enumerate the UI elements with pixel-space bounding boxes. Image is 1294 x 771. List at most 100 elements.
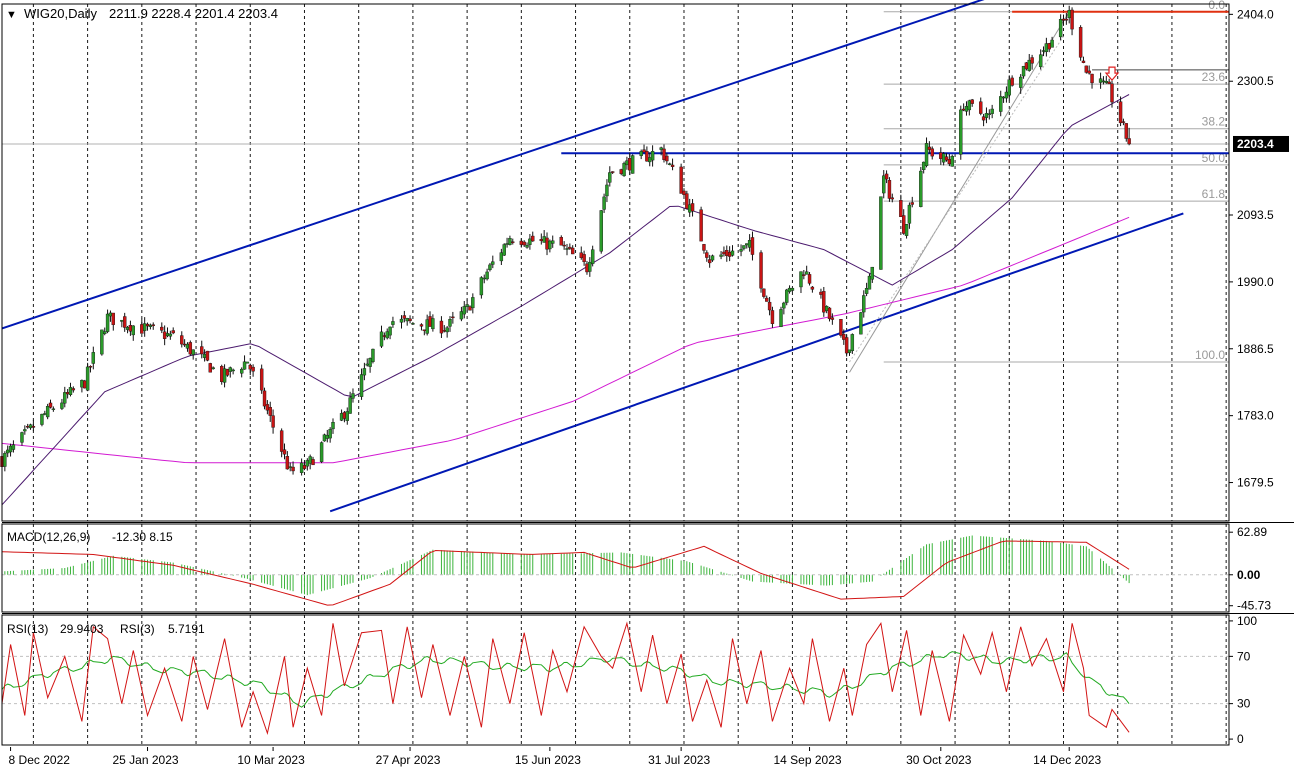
candle-body [961, 108, 966, 111]
candle-body [1061, 18, 1066, 21]
candle-body [590, 249, 595, 264]
candle-body [391, 321, 395, 325]
candle-body [225, 369, 230, 376]
candle-body [491, 261, 495, 265]
candle-body [665, 155, 669, 162]
candle-body [279, 430, 284, 452]
candle-body [862, 295, 866, 313]
sell-signal-arrow-icon [1104, 66, 1120, 82]
candle-body [359, 374, 364, 397]
candle-body [408, 318, 412, 322]
candle-body [40, 413, 44, 425]
candle-body [488, 264, 492, 271]
candle-body [570, 247, 575, 255]
candle-body [120, 319, 124, 322]
candle-body [662, 148, 666, 160]
candle-body [248, 364, 252, 370]
candle-body [981, 116, 986, 121]
time-axis-tick-label: 25 Jan 2023 [112, 753, 178, 767]
candle-body [827, 307, 832, 320]
candle-body [579, 252, 583, 258]
candle-body [385, 331, 389, 339]
candle-body [668, 163, 672, 165]
candle-body [65, 392, 70, 395]
candle-body [819, 291, 823, 295]
channel-upper-line [1, 0, 985, 330]
macd-panel [1, 535, 1229, 606]
candle-body [659, 147, 663, 150]
candle-body [191, 349, 195, 355]
rsi-axis-tick-label: 0 [1237, 732, 1244, 746]
candle-body [103, 331, 107, 334]
candle-body [365, 363, 369, 366]
candle-body [707, 259, 712, 264]
candle-body [1110, 83, 1114, 103]
candle-body [990, 108, 994, 114]
candle-body [779, 309, 783, 327]
time-axis-tick-label: 14 Dec 2023 [1033, 753, 1101, 767]
candle-body [302, 465, 307, 469]
candle-body [345, 411, 349, 421]
candle-body [1044, 43, 1049, 52]
candle-body [6, 449, 10, 454]
candle-body [1024, 62, 1029, 70]
candle-body [927, 146, 932, 150]
candle-body [1041, 50, 1046, 52]
candle-body [1007, 79, 1011, 96]
candle-body [1027, 59, 1031, 71]
candle-body [125, 327, 130, 330]
candle-body [8, 445, 13, 453]
candle-body [431, 318, 435, 330]
candle-body [682, 190, 686, 195]
candle-body [388, 326, 392, 336]
candle-body [111, 312, 115, 325]
candle-body [824, 306, 829, 311]
rsi13-line [1, 651, 1130, 708]
candle-body [722, 251, 726, 255]
candle-body [919, 170, 923, 207]
candle-body [745, 243, 749, 246]
candle-body [548, 240, 552, 250]
candle-body [964, 106, 969, 112]
candle-body [650, 151, 655, 161]
candle-body [747, 240, 752, 248]
candle-body [979, 101, 983, 114]
candle-body [947, 159, 952, 165]
candle-body [331, 422, 335, 430]
price-axis-tick-label: 1886.5 [1237, 342, 1274, 356]
chart-canvas[interactable]: 0.023.638.250.061.8100.0 2404.02300.5220… [0, 0, 1294, 771]
candle-body [782, 302, 786, 309]
candle-body [807, 274, 812, 284]
candle-body [471, 297, 475, 309]
candle-body [522, 241, 526, 246]
time-axis-tick-label: 30 Oct 2023 [906, 753, 972, 767]
candle-body [262, 390, 267, 407]
candle-body [1107, 81, 1111, 85]
macd-axis-tick-label: -45.73 [1237, 599, 1271, 613]
candle-body [562, 244, 566, 247]
candle-body [864, 288, 869, 294]
candle-body [285, 456, 290, 470]
candle-body [939, 152, 943, 159]
candle-body [1047, 43, 1051, 50]
candle-body [699, 209, 703, 242]
candle-body [1101, 80, 1106, 83]
candle-body [551, 240, 555, 244]
rsi-axis-tick-label: 100 [1237, 614, 1257, 628]
symbol-marker[interactable]: ▼ [6, 9, 17, 21]
candle-body [322, 434, 327, 442]
candle-body [368, 358, 372, 367]
candle-body [402, 315, 407, 319]
candle-body [140, 324, 144, 334]
candle-body [1118, 101, 1123, 124]
candle-body [511, 241, 515, 243]
candle-body [185, 343, 190, 349]
candle-body [639, 151, 643, 156]
candle-body [379, 331, 384, 347]
candle-body [51, 408, 56, 410]
candle-body [839, 319, 843, 336]
candle-body [200, 346, 204, 355]
candle-body [428, 316, 432, 327]
time-axis-tick-label: 8 Dec 2022 [9, 753, 71, 767]
candle-body [105, 313, 110, 332]
